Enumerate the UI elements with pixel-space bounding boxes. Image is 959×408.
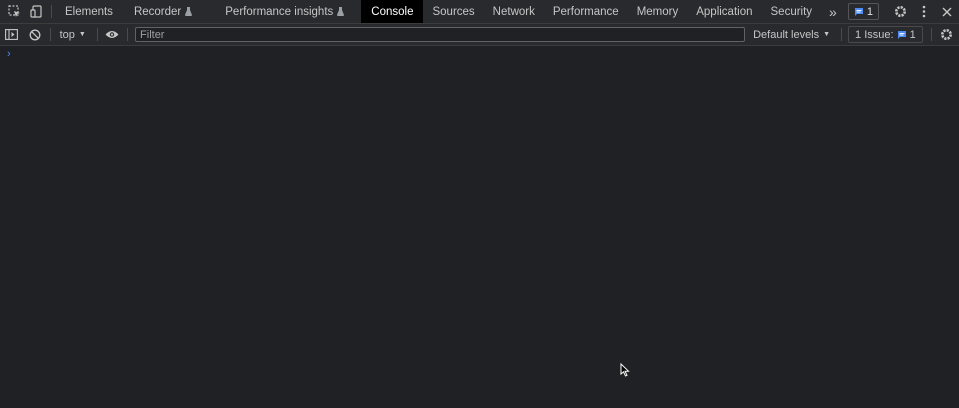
tab-label: Sources bbox=[432, 5, 475, 18]
filter-input[interactable] bbox=[135, 27, 746, 42]
console-toolbar: top ▼ Default levels ▼ 1 Issue: 1 bbox=[0, 24, 959, 46]
tab-memory[interactable]: Memory bbox=[628, 0, 688, 23]
console-prompt-chevron-icon: › bbox=[7, 48, 11, 60]
tab-label: Performance insights bbox=[225, 5, 334, 18]
close-icon[interactable] bbox=[935, 0, 958, 23]
tab-label: Recorder bbox=[133, 5, 182, 18]
show-sidebar-icon[interactable] bbox=[0, 24, 23, 45]
experiment-flask-icon bbox=[185, 7, 193, 16]
message-icon bbox=[897, 30, 906, 39]
devtools-tabbar: Elements Recorder Performance insights C… bbox=[0, 0, 959, 24]
issues-button-label: 1 Issue: bbox=[855, 28, 894, 41]
dropdown-caret-icon: ▼ bbox=[78, 31, 86, 38]
toolbar-separator bbox=[930, 28, 932, 41]
tab-elements[interactable]: Elements bbox=[56, 0, 122, 23]
issues-badge[interactable]: 1 bbox=[847, 3, 879, 20]
issues-button[interactable]: 1 Issue: 1 bbox=[848, 26, 923, 43]
tab-label: Memory bbox=[636, 5, 679, 18]
tab-recorder[interactable]: Recorder bbox=[122, 0, 201, 23]
more-tabs-chevron-icon: » bbox=[829, 3, 837, 20]
inspect-element-icon[interactable] bbox=[3, 0, 25, 23]
tabbar-separator bbox=[51, 5, 52, 18]
dropdown-caret-icon: ▼ bbox=[823, 31, 831, 38]
context-selector-label: top bbox=[59, 28, 75, 41]
tab-sources[interactable]: Sources bbox=[423, 0, 483, 23]
context-selector[interactable]: top ▼ bbox=[54, 29, 94, 41]
toolbar-separator bbox=[127, 28, 129, 41]
more-tabs-button[interactable]: » bbox=[821, 0, 845, 23]
tab-performance-insights[interactable]: Performance insights bbox=[201, 0, 353, 23]
message-icon bbox=[854, 7, 863, 16]
toolbar-separator bbox=[96, 28, 98, 41]
experiment-flask-icon bbox=[337, 7, 345, 16]
tab-performance[interactable]: Performance bbox=[544, 0, 628, 23]
console-settings-icon[interactable] bbox=[935, 24, 958, 45]
clear-console-icon[interactable] bbox=[23, 24, 46, 45]
tab-application[interactable]: Application bbox=[687, 0, 761, 23]
toolbar-separator bbox=[841, 28, 843, 41]
mouse-pointer-icon bbox=[620, 362, 630, 382]
settings-icon[interactable] bbox=[889, 0, 912, 23]
tab-label: Application bbox=[696, 5, 753, 18]
device-toolbar-icon[interactable] bbox=[25, 0, 47, 23]
issues-button-count: 1 bbox=[909, 28, 916, 41]
tab-label: Network bbox=[492, 5, 535, 18]
tab-label: Elements bbox=[65, 5, 113, 18]
tabbar-right-group: 1 bbox=[847, 0, 959, 23]
tab-label: Performance bbox=[552, 5, 619, 18]
issues-badge-count: 1 bbox=[866, 5, 873, 18]
log-levels-dropdown[interactable]: Default levels ▼ bbox=[745, 29, 838, 41]
tab-label: Console bbox=[371, 5, 414, 18]
tab-label: Security bbox=[770, 5, 813, 18]
console-output-area[interactable]: › bbox=[0, 46, 959, 408]
tab-network[interactable]: Network bbox=[484, 0, 544, 23]
log-levels-label: Default levels bbox=[753, 28, 820, 41]
live-expression-eye-icon[interactable] bbox=[101, 24, 124, 45]
toolbar-separator bbox=[49, 28, 51, 41]
tab-security[interactable]: Security bbox=[762, 0, 822, 23]
tab-console[interactable]: Console bbox=[361, 0, 424, 23]
more-options-icon[interactable] bbox=[912, 0, 935, 23]
